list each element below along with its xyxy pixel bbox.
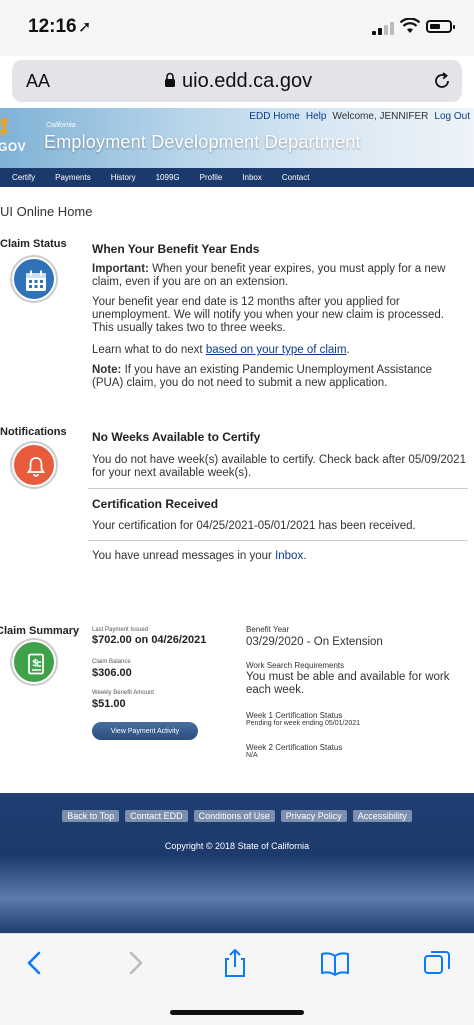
logout-link[interactable]: Log Out (434, 111, 470, 122)
wba-value: $51.00 (92, 698, 126, 710)
url-text[interactable]: uio.edd.ca.gov (182, 70, 312, 93)
week1-status-value: Pending for week ending 05/01/2021 (246, 720, 361, 727)
nav-history[interactable]: History (111, 173, 136, 182)
department-title: Employment Development Department (44, 132, 361, 152)
help-link[interactable]: Help (306, 111, 327, 122)
claim-balance-label: Claim Balance (92, 659, 131, 665)
benefit-year-label: Benefit Year (246, 625, 290, 634)
notifications-label: Notifications (0, 426, 67, 438)
edd-home-link[interactable]: EDD Home (249, 111, 300, 122)
divider (88, 488, 468, 489)
main-nav: Certify Payments History 1099G Profile I… (0, 168, 474, 187)
payment-document-icon: $ (12, 640, 56, 684)
location-arrow-icon: ➚ (78, 19, 92, 36)
privacy-policy-link[interactable]: Privacy Policy (280, 810, 347, 822)
site-header: 4 GOV California Employment Development … (0, 108, 474, 168)
work-search-value: You must be able and available for work … (246, 671, 450, 696)
nav-contact[interactable]: Contact (282, 173, 310, 182)
pua-note: Note: If you have an existing Pandemic U… (92, 364, 433, 389)
claim-balance-value: $306.00 (92, 667, 132, 679)
nav-1099g[interactable]: 1099G (156, 173, 180, 182)
calendar-icon (12, 257, 56, 301)
cert-received-text: Your certification for 04/25/2021-05/01/… (92, 520, 416, 532)
week2-status-label: Week 2 Certification Status (246, 743, 343, 752)
inbox-message-text: You have unread messages in your Inbox. (92, 550, 307, 562)
home-indicator (170, 1010, 304, 1015)
week1-status-label: Week 1 Certification Status (246, 711, 343, 720)
week2-status-value: N/A (246, 752, 258, 759)
benefit-year-value: 03/29/2020 - On Extension (246, 636, 383, 648)
claim-summary-label: Claim Summary (0, 625, 80, 637)
learn-next-text: Learn what to do next based on your type… (92, 344, 350, 356)
tabs-icon[interactable] (422, 948, 452, 978)
california-label: California (46, 122, 76, 129)
nav-payments[interactable]: Payments (55, 173, 91, 182)
wba-label: Weekly Benefit Amount (92, 690, 154, 696)
text-size-button[interactable]: AA (26, 71, 50, 92)
address-bar[interactable]: AA uio.edd.ca.gov (12, 60, 462, 102)
header-links: EDD Home Help Welcome, JENNIFER Log Out (249, 111, 470, 122)
wifi-icon (400, 18, 420, 33)
last-payment-label: Last Payment Issued (92, 627, 149, 633)
reload-icon[interactable] (432, 71, 452, 91)
claim-status-heading: When Your Benefit Year Ends (92, 242, 260, 256)
inbox-link[interactable]: Inbox (275, 550, 303, 562)
last-payment-value: $702.00 on 04/26/2021 (92, 634, 207, 646)
bookmarks-icon[interactable] (320, 948, 350, 978)
svg-text:$: $ (32, 658, 39, 669)
back-to-top-link[interactable]: Back to Top (62, 810, 120, 822)
copyright: Copyright © 2018 State of California (164, 841, 310, 851)
contact-edd-link[interactable]: Contact EDD (125, 810, 188, 822)
no-weeks-heading: No Weeks Available to Certify (92, 430, 261, 444)
accessibility-link[interactable]: Accessibility (352, 810, 412, 822)
battery-icon (426, 20, 455, 33)
cellular-signal-icon (372, 22, 394, 35)
ca-gov-logo[interactable]: 4 GOV (0, 112, 34, 164)
forward-icon[interactable] (120, 948, 150, 978)
nav-inbox[interactable]: Inbox (242, 173, 262, 182)
work-search-label: Work Search Requirements (246, 661, 345, 670)
page-title: UI Online Home (0, 204, 93, 219)
no-weeks-text: You do not have week(s) available to cer… (92, 454, 466, 479)
bell-icon (12, 443, 56, 487)
share-icon[interactable] (220, 948, 250, 978)
back-icon[interactable] (20, 948, 50, 978)
claim-status-label: Claim Status (0, 238, 67, 250)
view-payment-activity-button[interactable]: View Payment Activity (92, 722, 198, 740)
clock: 12:16 (28, 16, 77, 37)
important-notice: Important: When your benefit year expire… (92, 263, 446, 288)
nav-certify[interactable]: Certify (12, 173, 35, 182)
conditions-of-use-link[interactable]: Conditions of Use (193, 810, 275, 822)
divider (88, 540, 468, 541)
claim-type-link[interactable]: based on your type of claim (206, 344, 347, 356)
lock-icon (165, 72, 175, 87)
ios-status-bar: 12:16 ➚ (0, 0, 474, 56)
footer-links: Back to Top Contact EDD Conditions of Us… (0, 810, 474, 822)
benefit-year-info: Your benefit year end date is 12 months … (92, 296, 444, 334)
nav-profile[interactable]: Profile (200, 173, 223, 182)
cert-received-heading: Certification Received (92, 497, 219, 511)
welcome-text: Welcome, JENNIFER (332, 111, 429, 122)
